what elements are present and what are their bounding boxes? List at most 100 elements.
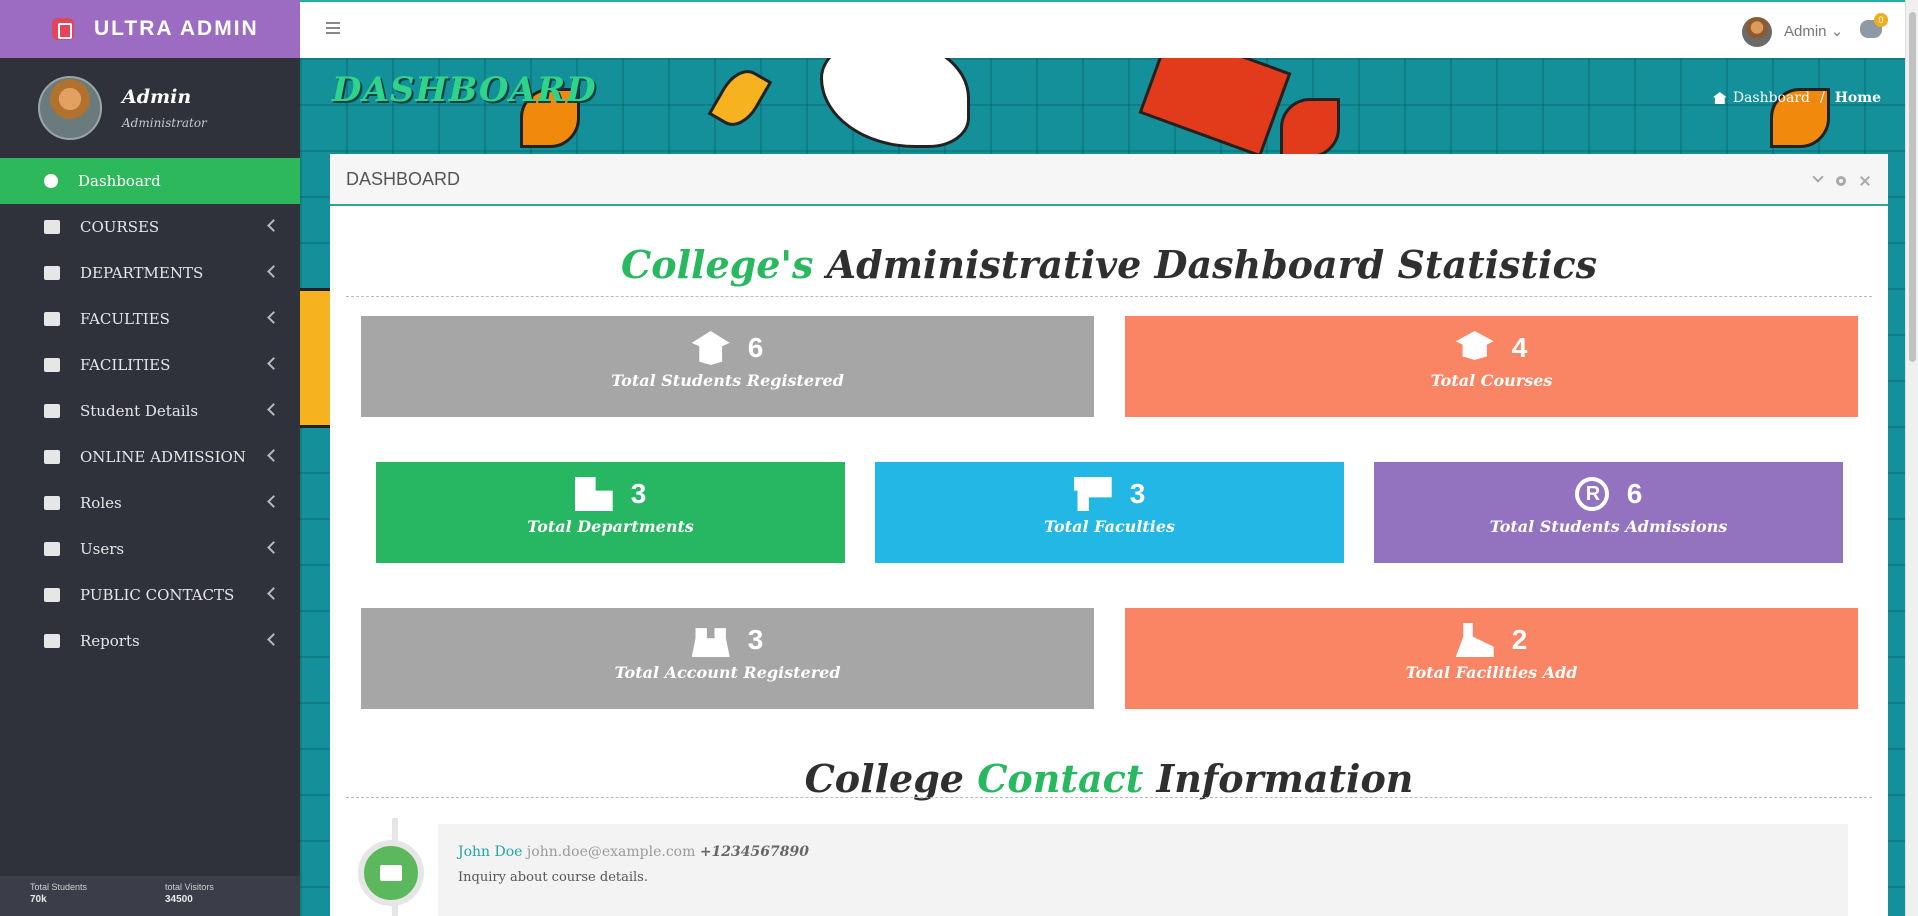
sidebar-item-courses[interactable]: COURSES bbox=[0, 204, 300, 250]
contact-message-text: Inquiry about course details. bbox=[458, 870, 648, 885]
mortarboard-icon bbox=[1455, 331, 1494, 360]
user-circle-icon bbox=[44, 496, 60, 510]
stat-label: total Visitors bbox=[165, 882, 214, 892]
book-icon bbox=[44, 220, 60, 234]
stat-label: Total Students Registered bbox=[611, 371, 844, 390]
sidebar-item-roles[interactable]: Roles bbox=[0, 480, 300, 526]
stat-card-facilities[interactable]: 2 Total Facilities Add bbox=[1125, 608, 1858, 709]
contact-phone: +1234567890 bbox=[699, 844, 809, 860]
chevron-left-icon bbox=[267, 541, 280, 554]
breadcrumb-home[interactable]: Dashboard bbox=[1733, 90, 1810, 106]
sidebar-item-label: Reports bbox=[80, 632, 140, 650]
menu-toggle-icon[interactable] bbox=[326, 22, 340, 34]
stat-count: 6 bbox=[747, 332, 764, 363]
sidebar-item-label: PUBLIC CONTACTS bbox=[80, 586, 235, 604]
stats-heading-highlight: College's bbox=[621, 242, 814, 287]
envelope-icon bbox=[380, 865, 402, 881]
topbar: Admin ⌄ 0 bbox=[300, 0, 1918, 58]
user-name: Admin bbox=[1784, 23, 1827, 40]
scrollbar-thumb[interactable] bbox=[1909, 12, 1916, 362]
sidebar-item-users[interactable]: Users bbox=[0, 526, 300, 572]
building-user-icon bbox=[574, 477, 613, 511]
chevron-left-icon bbox=[267, 495, 280, 508]
stat-label: Total Students Admissions bbox=[1489, 517, 1728, 536]
stat-label: Total Students bbox=[30, 882, 88, 892]
stat-card-accounts[interactable]: 3 Total Account Registered bbox=[361, 608, 1094, 709]
chevron-left-icon bbox=[267, 219, 280, 232]
list-icon bbox=[44, 358, 60, 372]
digging-icon bbox=[1455, 623, 1494, 657]
page-scrollbar[interactable] bbox=[1905, 0, 1918, 916]
sidebar-item-public-contacts[interactable]: PUBLIC CONTACTS bbox=[0, 572, 300, 618]
profile-role: Administrator bbox=[122, 116, 207, 130]
panel-tools bbox=[1812, 171, 1870, 186]
sidebar-nav: Dashboard COURSES DEPARTMENTS FACULTIES … bbox=[0, 158, 300, 664]
gear-icon[interactable] bbox=[1836, 176, 1846, 186]
stat-count: 4 bbox=[1511, 332, 1528, 363]
stats-heading: College's Administrative Dashboard Stati… bbox=[330, 206, 1888, 296]
brand-logo-icon bbox=[52, 18, 74, 40]
sidebar-item-label: ONLINE ADMISSION bbox=[80, 448, 246, 466]
sidebar-item-label: DEPARTMENTS bbox=[80, 264, 204, 282]
sidebar-item-label: FACILITIES bbox=[80, 356, 171, 374]
stat-count: 3 bbox=[630, 478, 647, 509]
breadcrumb-current: Home bbox=[1834, 90, 1881, 106]
users-icon bbox=[691, 628, 730, 657]
bank-icon bbox=[44, 266, 60, 280]
page-title: DASHBOARD bbox=[332, 70, 597, 110]
chevron-left-icon bbox=[267, 357, 280, 370]
panel-header: DASHBOARD bbox=[330, 154, 1888, 206]
total-visitors-stat: total Visitors 34500 bbox=[165, 882, 300, 916]
chevron-left-icon bbox=[267, 265, 280, 278]
contact-heading: College Contact Information bbox=[330, 732, 1888, 804]
stat-label: Total Facilities Add bbox=[1405, 663, 1578, 682]
stat-count: 6 bbox=[1626, 478, 1643, 509]
contact-message[interactable]: John Doe john.doe@example.com +123456789… bbox=[438, 824, 1848, 916]
divider bbox=[346, 296, 1872, 297]
close-icon[interactable] bbox=[1860, 176, 1870, 186]
stat-count: 3 bbox=[747, 624, 764, 655]
stat-card-courses[interactable]: 4 Total Courses bbox=[1125, 316, 1858, 417]
dashboard-panel: DASHBOARD College's Administrative Dashb… bbox=[330, 154, 1888, 916]
stat-card-admissions[interactable]: 6 Total Students Admissions bbox=[1374, 462, 1843, 563]
stat-value: 70k bbox=[30, 894, 47, 905]
brand-name: ULTRA ADMIN bbox=[94, 17, 259, 40]
brand[interactable]: ULTRA ADMIN bbox=[0, 0, 300, 58]
chevron-left-icon bbox=[267, 311, 280, 324]
collapse-icon[interactable] bbox=[1812, 171, 1824, 183]
contact-email[interactable]: john.doe@example.com bbox=[527, 844, 695, 860]
avatar[interactable] bbox=[38, 76, 102, 140]
stat-card-students[interactable]: 6 Total Students Registered bbox=[361, 316, 1094, 417]
sidebar: ULTRA ADMIN Admin Administrator Dashboar… bbox=[0, 0, 300, 916]
sidebar-item-label: Student Details bbox=[80, 402, 199, 420]
total-students-stat: Total Students 70k bbox=[30, 882, 165, 916]
stat-card-faculties[interactable]: 3 Total Faculties bbox=[875, 462, 1344, 563]
breadcrumb: Dashboard / Home bbox=[1712, 90, 1881, 106]
contact-heading-highlight: Contact bbox=[977, 756, 1144, 801]
sidebar-item-label: COURSES bbox=[80, 218, 160, 236]
sidebar-item-dashboard[interactable]: Dashboard bbox=[0, 158, 300, 204]
stat-label: Total Courses bbox=[1430, 371, 1553, 390]
sidebar-item-faculties[interactable]: FACULTIES bbox=[0, 296, 300, 342]
sidebar-item-reports[interactable]: Reports bbox=[0, 618, 300, 664]
sidebar-item-student-details[interactable]: Student Details bbox=[0, 388, 300, 434]
chevron-left-icon bbox=[267, 587, 280, 600]
sidebar-item-facilities[interactable]: FACILITIES bbox=[0, 342, 300, 388]
home-icon bbox=[1712, 92, 1727, 104]
list-icon bbox=[44, 404, 60, 418]
stat-count: 2 bbox=[1511, 624, 1528, 655]
contact-heading-text: Information bbox=[1156, 756, 1414, 801]
feather-decoration bbox=[820, 58, 970, 148]
pencil-decoration bbox=[707, 62, 773, 134]
stat-label: Total Departments bbox=[527, 517, 694, 536]
avatar[interactable] bbox=[1742, 17, 1772, 47]
teacher-icon bbox=[1073, 477, 1112, 511]
user-menu[interactable]: Admin ⌄ bbox=[1784, 22, 1843, 40]
sidebar-item-online-admission[interactable]: ONLINE ADMISSION bbox=[0, 434, 300, 480]
chart-icon bbox=[44, 634, 60, 648]
sidebar-item-departments[interactable]: DEPARTMENTS bbox=[0, 250, 300, 296]
stat-card-departments[interactable]: 3 Total Departments bbox=[376, 462, 845, 563]
timeline-marker bbox=[358, 840, 424, 906]
contact-heading-text: College bbox=[804, 756, 964, 801]
chat-badge: 0 bbox=[1874, 13, 1888, 27]
